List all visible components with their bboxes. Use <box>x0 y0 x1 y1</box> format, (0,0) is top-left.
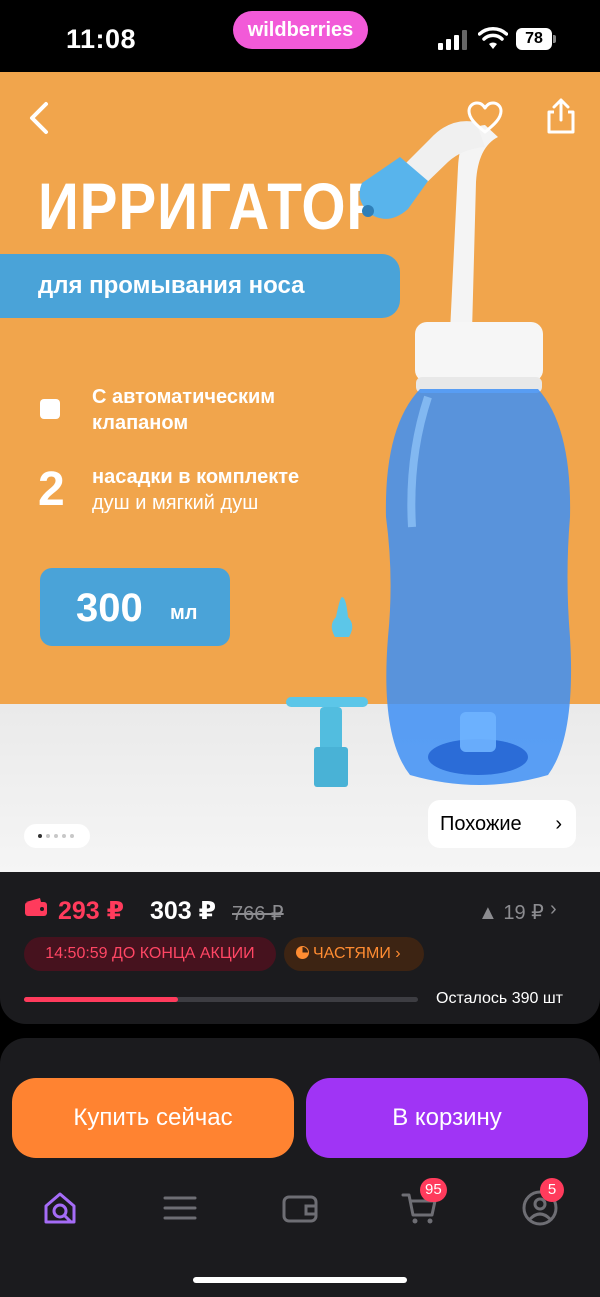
stock-remaining: Осталось 390 шт <box>436 990 563 1007</box>
buy-now-button[interactable]: Купить сейчас <box>12 1078 294 1158</box>
status-bar: 11:08 wildberries 78 <box>0 0 600 72</box>
tab-home-search[interactable] <box>40 1188 80 1228</box>
wallet-tab-icon <box>282 1195 318 1223</box>
similar-products-button[interactable]: Похожие › <box>428 800 576 848</box>
bottom-action-sheet: Купить сейчас В корзину 95 5 <box>0 1038 600 1297</box>
feature-nozzles-text: насадки в комплекте <box>92 466 300 488</box>
add-to-cart-button[interactable]: В корзину <box>306 1078 588 1158</box>
status-time: 11:08 <box>66 24 137 54</box>
cart-count-badge: 95 <box>420 1178 447 1202</box>
product-image-carousel[interactable]: ИРРИГАТОР для промывания носа С автомати… <box>0 72 600 872</box>
home-indicator <box>193 1277 407 1283</box>
irrigator-bottle-illustration <box>286 121 572 787</box>
stock-progress-fill <box>24 997 178 1002</box>
installments-label: ЧАСТЯМИ <box>313 945 391 962</box>
stock-progress-bar <box>24 997 418 1002</box>
carousel-dot <box>46 834 50 838</box>
promo-timer-badge: 14:50:59 ДО КОНЦА АКЦИИ <box>24 937 276 971</box>
feature-bullet <box>40 399 60 419</box>
feature-nozzles-subtext: душ и мягкий душ <box>92 492 259 514</box>
tab-wallet[interactable] <box>280 1188 320 1228</box>
tab-cart[interactable]: 95 <box>400 1178 447 1228</box>
wallet-icon <box>25 898 47 916</box>
wallet-price: 293 ₽ <box>58 897 125 925</box>
wifi-icon <box>478 27 508 49</box>
volume-unit: мл <box>170 602 198 624</box>
feature-count: 2 <box>38 463 65 516</box>
cellular-signal-icon <box>438 30 467 50</box>
menu-icon <box>163 1196 197 1220</box>
chevron-right-icon[interactable]: › <box>550 898 557 921</box>
carousel-dot-active <box>38 834 42 838</box>
back-arrow-icon[interactable] <box>22 98 58 138</box>
carousel-dot <box>70 834 74 838</box>
tab-catalog[interactable] <box>160 1188 200 1228</box>
chevron-right-icon: › <box>555 813 562 835</box>
carousel-dots[interactable] <box>24 824 90 848</box>
tab-profile[interactable]: 5 <box>520 1178 564 1228</box>
promo-timer-label: ДО КОНЦА АКЦИИ <box>112 945 255 962</box>
share-icon[interactable] <box>543 96 579 136</box>
carousel-dot <box>54 834 58 838</box>
similar-products-label: Похожие <box>440 813 522 835</box>
profile-notification-badge: 5 <box>540 1178 564 1202</box>
carousel-dot <box>62 834 66 838</box>
wildberries-pill[interactable]: wildberries <box>233 11 368 49</box>
volume-badge: 300 мл <box>40 568 230 646</box>
home-search-icon <box>44 1192 76 1224</box>
price-change[interactable]: ▲ 19 ₽ <box>478 900 544 925</box>
pie-chart-icon <box>296 946 309 959</box>
volume-number: 300 <box>76 586 143 630</box>
price-panel: 293 ₽ 303 ₽ 766 ₽ ▲ 19 ₽ › 14:50:59 ДО К… <box>0 872 600 1024</box>
heart-icon[interactable] <box>465 100 505 136</box>
current-price: 303 ₽ <box>150 897 217 925</box>
promo-timer: 14:50:59 <box>45 945 108 962</box>
old-price: 766 ₽ <box>232 903 284 925</box>
chevron-right-icon: › <box>395 945 401 962</box>
battery-cap <box>553 35 556 43</box>
battery-indicator: 78 <box>516 28 552 50</box>
installments-button[interactable]: ЧАСТЯМИ › <box>284 937 424 971</box>
